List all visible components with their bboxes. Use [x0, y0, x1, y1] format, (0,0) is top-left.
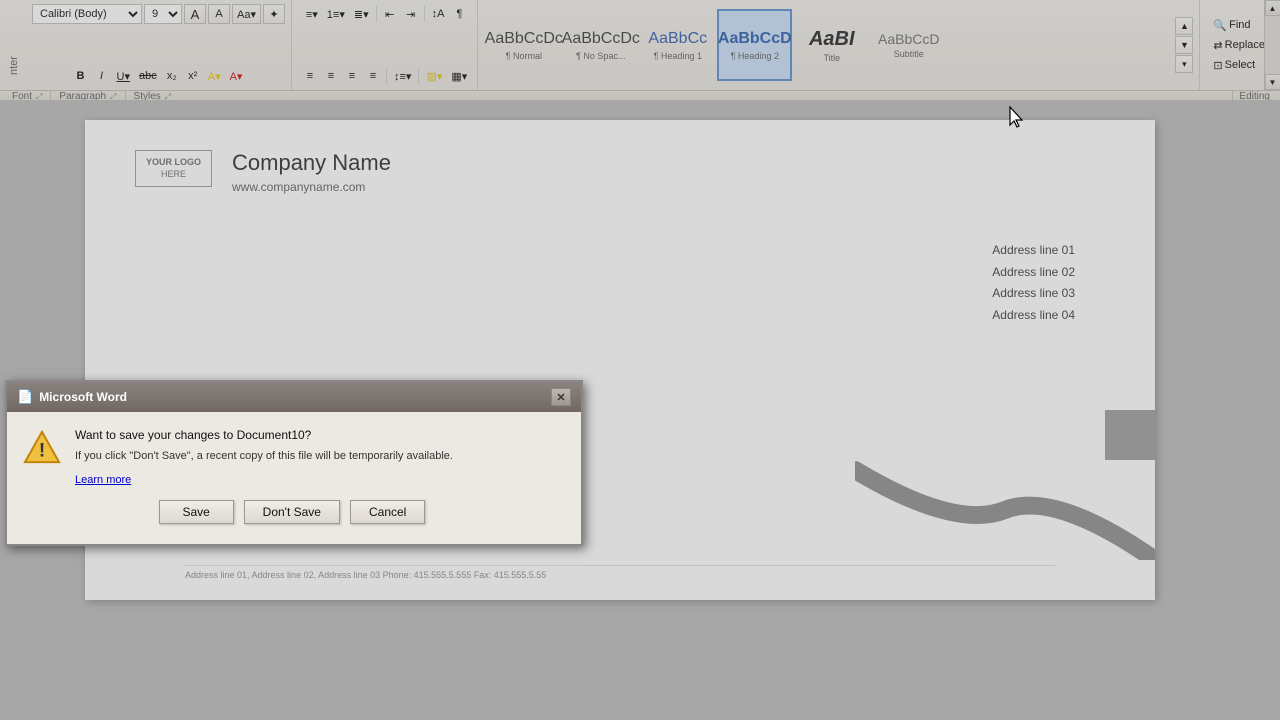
- dont-save-button[interactable]: Don't Save: [244, 500, 340, 524]
- save-button[interactable]: Save: [159, 500, 234, 524]
- dialog-text: Want to save your changes to Document10?…: [75, 428, 561, 488]
- save-dialog: 📄 Microsoft Word ✕ ! Want to save your c…: [5, 380, 583, 546]
- dialog-message-row: ! Want to save your changes to Document1…: [23, 428, 561, 488]
- cancel-button[interactable]: Cancel: [350, 500, 425, 524]
- dialog-body: ! Want to save your changes to Document1…: [7, 412, 581, 544]
- dialog-title-icon: 📄: [17, 389, 33, 405]
- dialog-sub-message: If you click "Don't Save", a recent copy…: [75, 450, 561, 462]
- dialog-learn-more-link[interactable]: Learn more: [75, 474, 131, 486]
- dialog-main-message: Want to save your changes to Document10?: [75, 428, 561, 442]
- dialog-overlay: [0, 0, 1280, 720]
- dialog-buttons: Save Don't Save Cancel: [23, 500, 561, 524]
- warning-icon: !: [23, 428, 61, 466]
- dialog-close-btn[interactable]: ✕: [551, 388, 571, 406]
- svg-text:!: !: [39, 441, 45, 462]
- dialog-title-text: Microsoft Word: [39, 390, 127, 404]
- dialog-titlebar: 📄 Microsoft Word ✕: [7, 382, 581, 412]
